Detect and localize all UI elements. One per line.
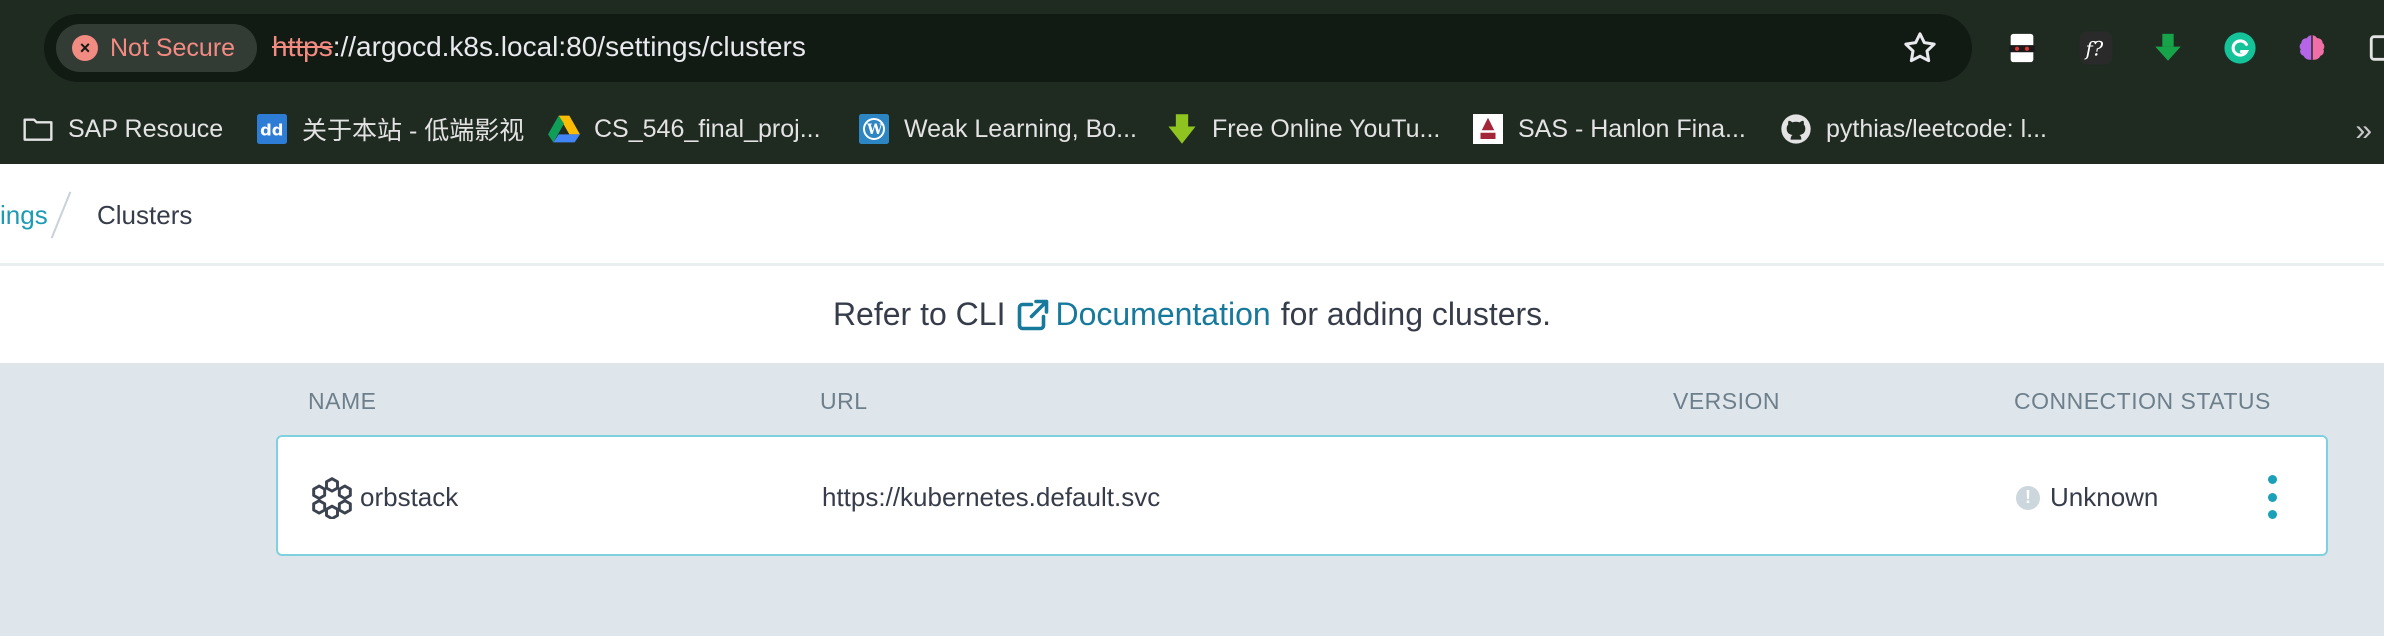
url-scheme: https xyxy=(272,31,333,62)
cli-info-banner: Refer to CLI Documentation for adding cl… xyxy=(0,266,2384,366)
security-chip[interactable]: × Not Secure xyxy=(56,24,258,72)
bookmark-label: SAS - Hanlon Fina... xyxy=(1518,114,1746,143)
wordpress-icon: W xyxy=(858,113,890,145)
bookmark-cs546[interactable]: CS_546_final_proj... xyxy=(548,106,821,152)
bookmarks-overflow-chevron-icon[interactable]: » xyxy=(2355,114,2372,148)
bookmark-star-icon[interactable] xyxy=(1900,28,1940,68)
url-text[interactable]: https://argocd.k8s.local:80/settings/clu… xyxy=(272,31,806,63)
bookmark-sas-hanlon[interactable]: SAS - Hanlon Fina... xyxy=(1472,106,1746,152)
bookmark-label: 关于本站 - 低端影视 xyxy=(302,117,525,145)
spy-extension-icon[interactable] xyxy=(2000,24,2044,72)
github-icon xyxy=(1780,113,1812,145)
folder-icon xyxy=(22,113,54,145)
svg-text:dd: dd xyxy=(260,120,283,139)
puzzle-extension-icon[interactable] xyxy=(2362,24,2384,72)
row-actions-menu-icon[interactable] xyxy=(2260,475,2284,519)
info-prefix: Refer to CLI xyxy=(832,296,1006,332)
bookmark-free-youtube[interactable]: Free Online YouTu... xyxy=(1166,106,1440,152)
cluster-url: https://kubernetes.default.svc xyxy=(822,482,1161,512)
brain-extension-icon[interactable] xyxy=(2290,24,2334,72)
bookmark-label: Weak Learning, Bo... xyxy=(904,114,1138,143)
cluster-name: orbstack xyxy=(360,482,459,512)
security-label: Not Secure xyxy=(110,33,236,62)
column-header-version: VERSION xyxy=(1673,388,1781,414)
not-secure-icon: × xyxy=(72,35,98,61)
breadcrumb-separator xyxy=(50,191,72,239)
breadcrumb-settings-link[interactable]: ings xyxy=(0,200,48,231)
breadcrumb-current: Clusters xyxy=(97,200,193,230)
dd-site-icon: dd xyxy=(256,113,288,145)
bookmark-label: CS_546_final_proj... xyxy=(594,114,821,143)
google-drive-icon xyxy=(548,113,580,145)
cluster-row[interactable]: orbstack https://kubernetes.default.svc … xyxy=(276,435,2328,556)
menu-dot xyxy=(2267,492,2277,502)
column-header-connection-status: CONNECTION STATUS xyxy=(2014,388,2271,414)
bookmark-weak-learning[interactable]: W Weak Learning, Bo... xyxy=(858,106,1137,152)
column-header-url: URL xyxy=(820,388,868,414)
menu-dot xyxy=(2267,475,2277,484)
bookmark-dd-site[interactable]: dd 关于本站 - 低端影视 xyxy=(256,106,524,152)
address-bar[interactable]: × Not Secure https://argocd.k8s.local:80… xyxy=(44,14,1972,82)
bookmarks-bar: SAP Resouce dd 关于本站 - 低端影视 CS_546_final_… xyxy=(0,96,2384,164)
connection-status-label: Unknown xyxy=(2050,482,2159,512)
formula-extension-icon[interactable]: f? xyxy=(2074,24,2118,72)
svg-text:f?: f? xyxy=(2084,38,2104,61)
bookmark-sap-resouce[interactable]: SAP Resouce xyxy=(22,106,223,152)
svg-text:W: W xyxy=(866,122,883,138)
connection-status: ! Unknown xyxy=(2016,482,2158,513)
kubernetes-cluster-icon xyxy=(312,477,352,519)
url-rest: ://argocd.k8s.local:80/settings/clusters xyxy=(332,31,806,62)
bookmark-label: Free Online YouTu... xyxy=(1212,114,1441,143)
grammarly-icon[interactable] xyxy=(2218,24,2262,72)
menu-dot xyxy=(2267,510,2277,519)
browser-toolbar: × Not Secure https://argocd.k8s.local:80… xyxy=(0,0,2384,96)
bookmark-label: SAP Resouce xyxy=(68,114,224,143)
page-header: ings Clusters xyxy=(0,164,2384,266)
download-arrow-icon xyxy=(1166,113,1198,145)
download-extension-icon[interactable] xyxy=(2146,24,2190,72)
stevens-icon xyxy=(1472,113,1504,145)
info-suffix: for adding clusters. xyxy=(1280,296,1552,332)
column-header-name: NAME xyxy=(308,388,377,414)
unknown-status-icon: ! xyxy=(2016,485,2040,510)
bookmark-leetcode[interactable]: pythias/leetcode: l... xyxy=(1780,106,2047,152)
bookmark-label: pythias/leetcode: l... xyxy=(1826,114,2047,143)
documentation-link[interactable]: Documentation xyxy=(1055,296,1270,333)
external-link-icon xyxy=(1018,299,1049,330)
